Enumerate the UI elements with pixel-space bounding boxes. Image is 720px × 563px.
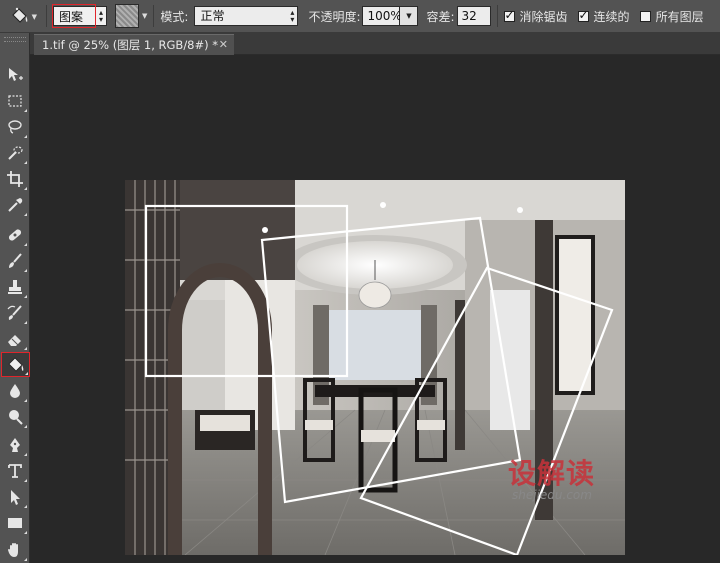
corner-mark bbox=[24, 187, 27, 190]
highlight-box bbox=[52, 4, 96, 28]
divider bbox=[496, 5, 498, 27]
pattern-swatch-icon[interactable] bbox=[115, 4, 139, 28]
rectangle-icon bbox=[8, 518, 22, 528]
rectangle-tool[interactable] bbox=[2, 511, 28, 535]
type-icon bbox=[8, 464, 22, 478]
tool-preset-picker[interactable]: ▼ bbox=[0, 0, 40, 33]
paint-bucket-icon bbox=[7, 356, 23, 372]
corner-mark bbox=[24, 161, 27, 164]
corner-mark bbox=[24, 479, 27, 482]
path-selection-icon bbox=[11, 490, 20, 505]
brush-tool[interactable] bbox=[2, 249, 28, 273]
updown-arrow-icon: ▴ ▾ bbox=[98, 8, 103, 24]
checkbox-unchecked-icon[interactable] bbox=[639, 10, 651, 22]
path-selection-tool[interactable] bbox=[2, 485, 28, 509]
mode-label: 模式: bbox=[160, 9, 189, 24]
close-icon[interactable]: ✕ bbox=[219, 38, 228, 51]
clone-stamp-tool[interactable] bbox=[2, 275, 28, 299]
dodge-tool[interactable] bbox=[2, 405, 28, 429]
pen-icon bbox=[10, 438, 20, 452]
dodge-icon bbox=[9, 410, 23, 425]
quick-selection-icon bbox=[8, 146, 23, 160]
opacity-dropdown-icon[interactable]: ▼ bbox=[400, 6, 419, 26]
anti-alias-checkbox[interactable]: 消除锯齿 bbox=[503, 8, 568, 25]
opacity-label: 不透明度: bbox=[308, 9, 361, 24]
mode-select[interactable]: 正常 ▴ ▾ bbox=[194, 6, 299, 26]
checkbox-checked-icon[interactable] bbox=[503, 8, 515, 22]
divider bbox=[46, 5, 47, 27]
marquee-tool[interactable] bbox=[2, 89, 28, 113]
chevron-down-icon[interactable]: ▼ bbox=[142, 12, 147, 20]
opacity-input[interactable]: 100% bbox=[362, 6, 402, 26]
pen-tool[interactable] bbox=[2, 433, 28, 457]
history-brush-icon bbox=[7, 305, 22, 320]
chevron-down-icon: ▼ bbox=[31, 12, 37, 21]
paint-bucket-icon bbox=[12, 7, 28, 23]
corner-mark bbox=[24, 321, 27, 324]
contiguous-checkbox[interactable]: 连续的 bbox=[577, 8, 630, 25]
contiguous-label: 连续的 bbox=[593, 9, 630, 24]
lasso-icon bbox=[8, 120, 22, 134]
corner-mark bbox=[24, 347, 27, 350]
stamp-icon bbox=[8, 280, 22, 294]
all-layers-checkbox[interactable]: 所有图层 bbox=[639, 8, 704, 25]
document-image[interactable] bbox=[125, 180, 625, 555]
healing-brush-tool[interactable] bbox=[2, 223, 28, 247]
corner-mark bbox=[24, 135, 27, 138]
eyedropper-icon bbox=[8, 198, 23, 212]
corner-mark bbox=[25, 372, 28, 375]
corner-mark bbox=[24, 558, 27, 561]
corner-mark bbox=[24, 213, 27, 216]
bandage-icon bbox=[8, 229, 22, 241]
hand-tool[interactable] bbox=[2, 538, 28, 562]
crop-tool[interactable] bbox=[2, 167, 28, 191]
eyedropper-tool[interactable] bbox=[2, 193, 28, 217]
corner-mark bbox=[24, 109, 27, 112]
tolerance-label: 容差: bbox=[426, 9, 455, 24]
anti-alias-label: 消除锯齿 bbox=[519, 9, 568, 24]
divider bbox=[153, 5, 155, 27]
blur-drop-icon bbox=[10, 384, 20, 398]
document-tab-bar: 1.tif @ 25% (图层 1, RGB/8#) * ✕ bbox=[30, 33, 720, 55]
corner-mark bbox=[24, 453, 27, 456]
corner-mark bbox=[24, 505, 27, 508]
history-brush-tool[interactable] bbox=[2, 301, 28, 325]
move-tool[interactable] bbox=[2, 63, 28, 87]
eraser-icon bbox=[8, 335, 21, 346]
panel-grip[interactable] bbox=[4, 37, 26, 42]
updown-arrow-icon: ▴ ▾ bbox=[290, 8, 295, 24]
corner-mark bbox=[24, 531, 27, 534]
document-tab[interactable]: 1.tif @ 25% (图层 1, RGB/8#) * ✕ bbox=[34, 34, 234, 55]
document-tab-title: 1.tif @ 25% (图层 1, RGB/8#) * bbox=[42, 38, 219, 52]
corner-mark bbox=[24, 269, 27, 272]
tolerance-input[interactable]: 32 bbox=[456, 6, 491, 26]
corner-mark bbox=[24, 425, 27, 428]
corner-mark bbox=[24, 243, 27, 246]
lasso-tool[interactable] bbox=[2, 115, 28, 139]
tools-panel bbox=[0, 33, 30, 563]
type-tool[interactable] bbox=[2, 459, 28, 483]
options-bar: ▼ 图案 ▴ ▾ ▼ 模式: 正常 ▴ ▾ 不透明度: 100% ▼ 容差: 32 … bbox=[0, 0, 720, 33]
hand-icon bbox=[8, 543, 18, 557]
blur-tool[interactable] bbox=[2, 379, 28, 403]
eraser-tool[interactable] bbox=[2, 327, 28, 351]
mode-value: 正常 bbox=[200, 9, 225, 23]
move-icon bbox=[9, 68, 23, 81]
quick-selection-tool[interactable] bbox=[2, 141, 28, 165]
crop-icon bbox=[7, 171, 23, 187]
corner-mark bbox=[24, 295, 27, 298]
all-layers-label: 所有图层 bbox=[655, 9, 704, 24]
dining-room-render bbox=[125, 180, 625, 555]
brush-icon bbox=[9, 253, 22, 268]
paint-bucket-tool[interactable] bbox=[1, 352, 30, 377]
fill-source-select[interactable]: 图案 ▴ ▾ bbox=[52, 4, 107, 28]
rect-marquee-icon bbox=[8, 95, 22, 107]
corner-mark bbox=[24, 399, 27, 402]
checkbox-checked-icon[interactable] bbox=[577, 8, 589, 22]
